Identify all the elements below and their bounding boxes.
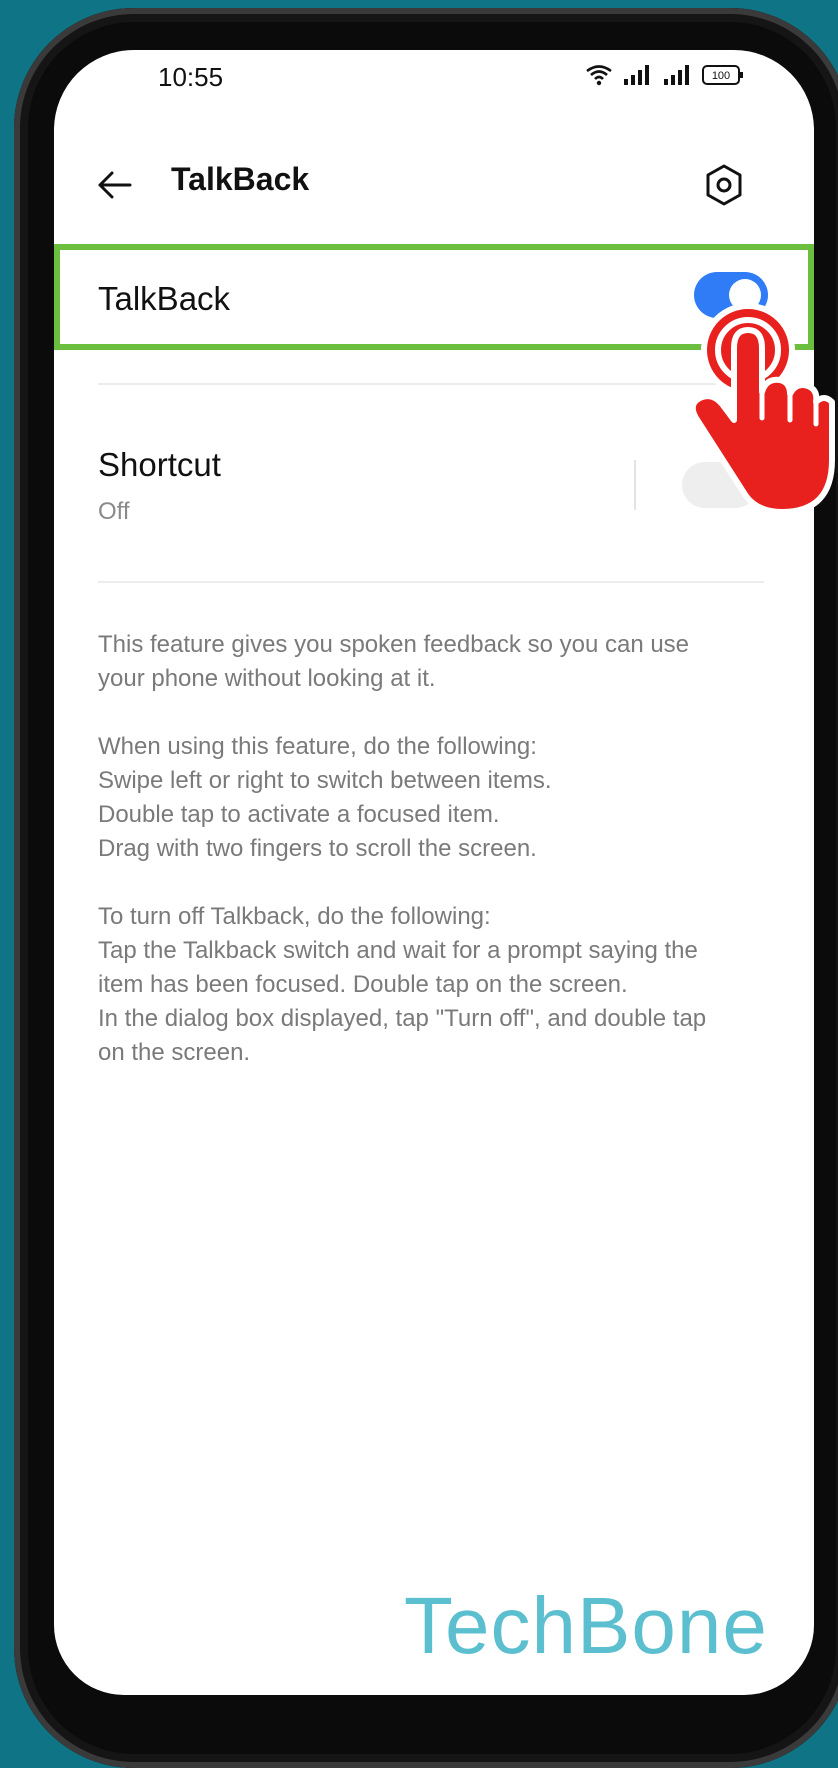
description-line: Swipe left or right to switch between it… xyxy=(98,767,552,794)
description-line: To turn off Talkback, do the following: xyxy=(98,903,491,930)
description-line: This feature gives you spoken feedback s… xyxy=(98,631,690,658)
cellular-signal-icon xyxy=(664,65,689,85)
settings-icon[interactable] xyxy=(704,163,744,207)
description-line: When using this feature, do the followin… xyxy=(98,733,537,760)
shortcut-status: Off xyxy=(98,498,130,525)
battery-icon: 100 xyxy=(702,65,743,85)
talkback-description: This feature gives you spoken feedback s… xyxy=(98,628,778,1104)
status-time: 10:55 xyxy=(158,62,224,92)
description-paragraph: This feature gives you spoken feedback s… xyxy=(98,628,778,696)
description-line: on the screen. xyxy=(98,1039,251,1066)
app-bar: TalkBack xyxy=(54,145,814,225)
description-line: Drag with two fingers to scroll the scre… xyxy=(98,835,537,862)
description-paragraph: When using this feature, do the followin… xyxy=(98,730,778,866)
back-arrow-icon[interactable] xyxy=(94,165,134,205)
phone-screen: 10:55 100 TalkBack TalkBack Shortcut Off… xyxy=(54,50,814,1695)
description-paragraph: To turn off Talkback, do the following: … xyxy=(98,900,778,1070)
shortcut-label[interactable]: Shortcut xyxy=(98,446,221,484)
divider xyxy=(98,383,764,385)
description-line: your phone without looking at it. xyxy=(98,665,436,692)
status-bar: 10:55 100 xyxy=(54,50,814,110)
talkback-label: TalkBack xyxy=(98,280,231,317)
techbone-watermark: TechBone xyxy=(404,1581,768,1670)
cellular-signal-icon xyxy=(624,65,649,85)
description-line: Tap the Talkback switch and wait for a p… xyxy=(98,937,698,964)
divider xyxy=(98,581,764,583)
tap-hand-icon xyxy=(689,303,835,515)
battery-level: 100 xyxy=(712,70,730,82)
wifi-icon xyxy=(586,65,612,86)
description-line: item has been focused. Double tap on the… xyxy=(98,971,628,998)
vertical-separator xyxy=(634,460,636,510)
status-icons: 100 xyxy=(586,64,744,86)
page-title: TalkBack xyxy=(171,161,310,197)
description-line: In the dialog box displayed, tap "Turn o… xyxy=(98,1005,707,1032)
description-line: Double tap to activate a focused item. xyxy=(98,801,500,828)
